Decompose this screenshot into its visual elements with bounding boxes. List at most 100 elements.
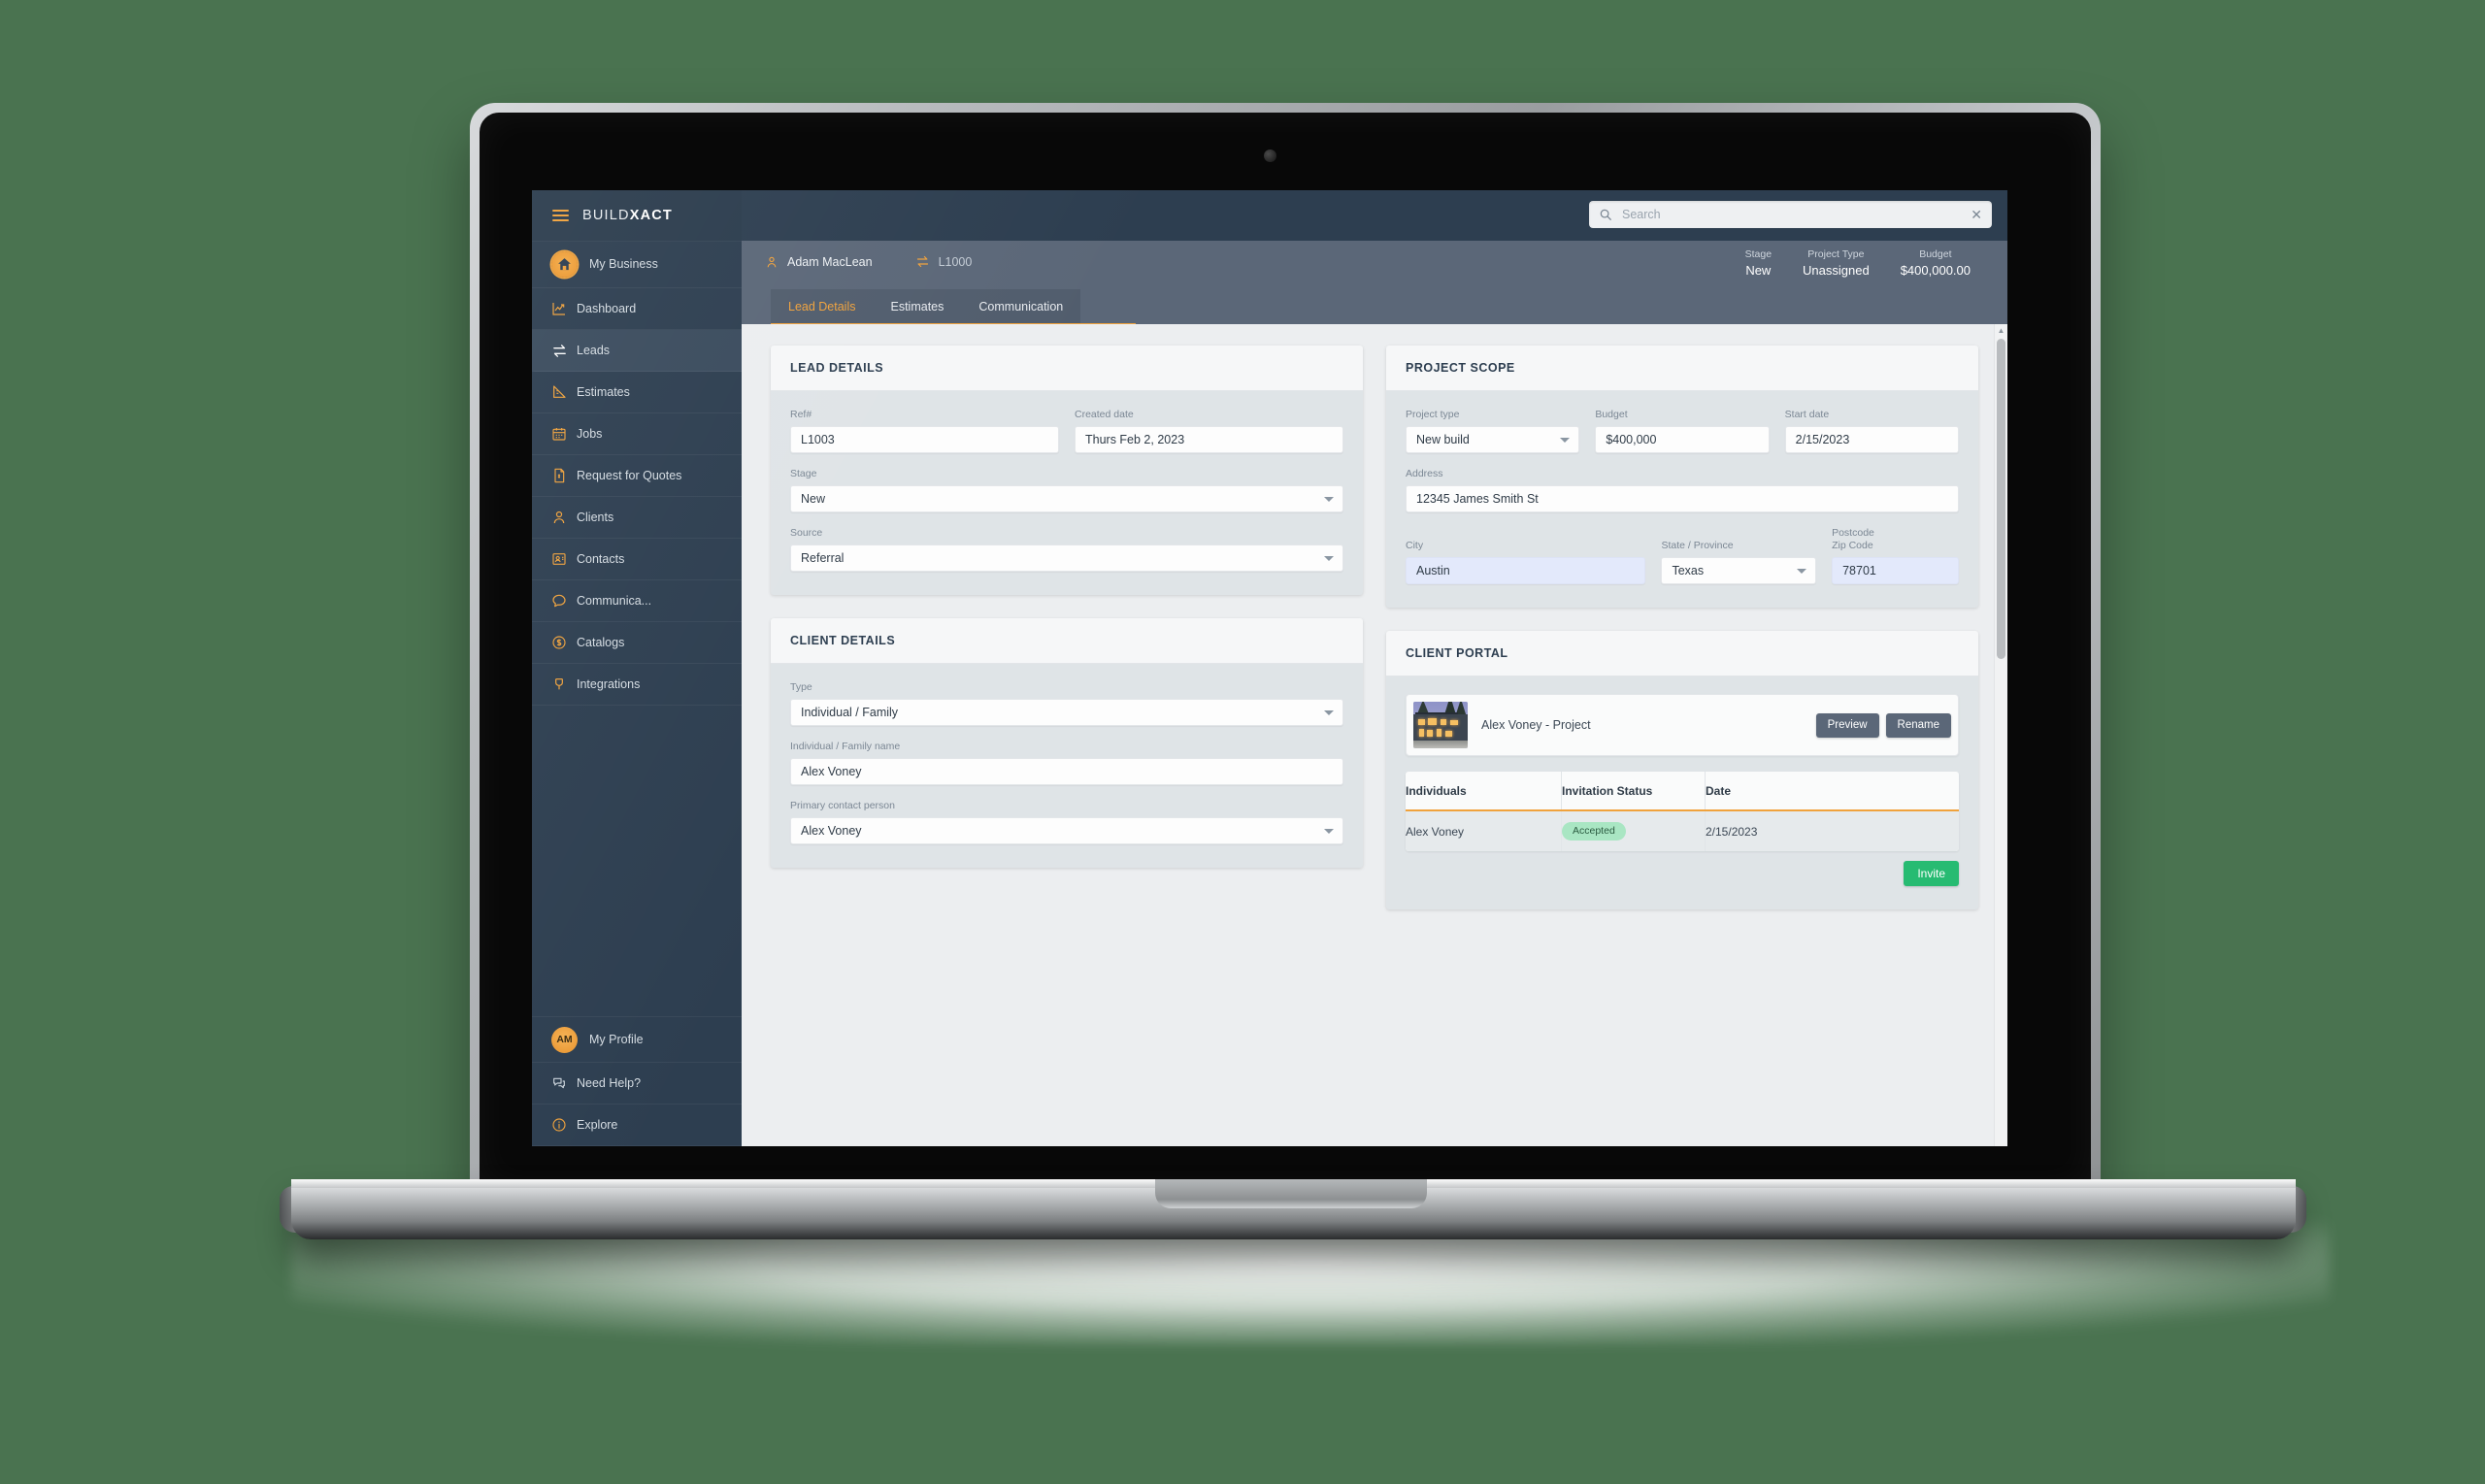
sidebar-item-integrations[interactable]: Integrations xyxy=(532,664,742,706)
sidebar-item-clients[interactable]: Clients xyxy=(532,497,742,539)
sidebar-item-label: Integrations xyxy=(577,676,641,691)
field-label: Ref# xyxy=(790,409,812,420)
column-header-date: Date xyxy=(1705,772,1959,809)
cards-grid: LEAD DETAILS Ref# L1003 Created date Thu… xyxy=(742,324,2007,909)
sidebar-item-jobs[interactable]: Jobs xyxy=(532,413,742,455)
field-label: City xyxy=(1406,540,1424,551)
avatar: AM xyxy=(551,1026,578,1053)
plug-icon xyxy=(551,676,577,692)
field-label: Postcode Zip Code xyxy=(1832,527,1959,552)
sidebar-item-label: Dashboard xyxy=(577,301,637,315)
sidebar-item-label: Leads xyxy=(577,343,611,357)
created-date-input[interactable]: Thurs Feb 2, 2023 xyxy=(1075,426,1343,453)
field-label: Source xyxy=(790,527,823,539)
form-row: City Austin State / Province Texas Postc… xyxy=(1406,527,1959,584)
search-input[interactable] xyxy=(1620,207,1971,222)
card-title: LEAD DETAILS xyxy=(771,346,1363,391)
type-select[interactable]: Individual / Family xyxy=(790,699,1343,726)
field-label: Type xyxy=(790,681,812,693)
breadcrumb-lead-ref[interactable]: L1000 xyxy=(939,255,973,269)
tab-estimates[interactable]: Estimates xyxy=(874,289,962,324)
field-postcode: Postcode Zip Code 78701 xyxy=(1832,527,1959,584)
vertical-scrollbar[interactable]: ▲ xyxy=(1994,324,2007,1146)
sidebar-item-explore[interactable]: Explore xyxy=(532,1105,742,1146)
status-badge: Accepted xyxy=(1562,822,1626,841)
state-value: Texas xyxy=(1672,564,1705,577)
rename-button[interactable]: Rename xyxy=(1885,712,1951,738)
sidebar-item-leads[interactable]: Leads xyxy=(532,330,742,372)
sidebar-item-dashboard[interactable]: Dashboard xyxy=(532,288,742,330)
postcode-input[interactable]: 78701 xyxy=(1832,557,1959,584)
field-label: Stage xyxy=(790,468,817,479)
family-name-input[interactable]: Alex Voney xyxy=(790,758,1343,785)
field-label: State / Province xyxy=(1661,540,1734,551)
screen-content: BUILDXACT My Business Dashboard Leads Es… xyxy=(532,190,2007,1146)
invite-button[interactable]: Invite xyxy=(1904,861,1959,886)
table-header-row: Individuals Invitation Status Date xyxy=(1406,772,1959,811)
field-label: Address xyxy=(1406,468,1443,479)
sidebar-item-label: My Profile xyxy=(589,1032,644,1046)
sidebar-item-need-help[interactable]: Need Help? xyxy=(532,1063,742,1105)
scroll-up-arrow-icon[interactable]: ▲ xyxy=(1995,324,2007,337)
project-type-select[interactable]: New build xyxy=(1406,426,1580,453)
swap-arrows-icon xyxy=(915,254,930,269)
tab-group: Lead Details Estimates Communication xyxy=(771,289,1081,324)
brand-header[interactable]: BUILDXACT xyxy=(532,190,742,242)
swap-arrows-icon xyxy=(551,343,577,359)
address-input[interactable]: 12345 James Smith St xyxy=(1406,485,1959,512)
ref-input[interactable]: L1003 xyxy=(790,426,1059,453)
start-date-input[interactable]: 2/15/2023 xyxy=(1784,426,1959,453)
breadcrumb-user[interactable]: Adam MacLean xyxy=(787,255,873,269)
field-label: Individual / Family name xyxy=(790,741,901,752)
postcode-label-line2: Zip Code xyxy=(1832,540,1873,551)
field-city: City Austin xyxy=(1406,527,1646,584)
card-title: CLIENT PORTAL xyxy=(1386,631,1978,676)
record-header: Adam MacLean L1000 Stage New Project Typ… xyxy=(742,241,2007,289)
tab-communication[interactable]: Communication xyxy=(961,289,1080,324)
preview-button[interactable]: Preview xyxy=(1815,712,1879,738)
sidebar-item-label: My Business xyxy=(589,257,658,272)
person-icon xyxy=(551,510,577,525)
ruler-triangle-icon xyxy=(551,384,577,400)
budget-input[interactable]: $400,000 xyxy=(1595,426,1770,453)
state-select[interactable]: Texas xyxy=(1661,557,1817,584)
stat-label: Stage xyxy=(1744,248,1773,260)
scrollbar-thumb[interactable] xyxy=(1997,339,2005,659)
tab-lead-details[interactable]: Lead Details xyxy=(771,289,874,324)
stage-select[interactable]: New xyxy=(790,485,1343,512)
scene: BUILDXACT My Business Dashboard Leads Es… xyxy=(0,0,2485,1484)
primary-contact-value: Alex Voney xyxy=(801,824,862,838)
stat-stage: Stage New xyxy=(1730,247,1787,279)
field-address: Address 12345 James Smith St xyxy=(1406,468,1959,512)
primary-contact-select[interactable]: Alex Voney xyxy=(790,817,1343,844)
invite-row: Invite xyxy=(1406,861,1959,886)
sidebar-item-contacts[interactable]: Contacts xyxy=(532,539,742,580)
sidebar-item-label: Clients xyxy=(577,510,614,524)
sidebar-item-my-business[interactable]: My Business xyxy=(532,242,742,288)
sidebar-item-request-for-quotes[interactable]: Request for Quotes xyxy=(532,455,742,497)
hamburger-menu-icon[interactable] xyxy=(552,210,569,221)
search-box[interactable]: ✕ xyxy=(1589,201,1992,228)
close-icon[interactable]: ✕ xyxy=(1971,208,1982,221)
sidebar-item-estimates[interactable]: Estimates xyxy=(532,372,742,413)
city-input[interactable]: Austin xyxy=(1406,557,1646,584)
source-select[interactable]: Referral xyxy=(790,544,1343,572)
chevron-down-icon xyxy=(1324,497,1334,502)
stat-project-type: Project Type Unassigned xyxy=(1787,247,1885,279)
card-project-scope: PROJECT SCOPE Project type New build Bud… xyxy=(1386,346,1978,608)
sidebar-item-label: Estimates xyxy=(577,384,630,399)
chart-line-icon xyxy=(551,301,577,316)
home-logo-icon xyxy=(551,251,578,278)
sidebar-item-catalogs[interactable]: Catalogs xyxy=(532,622,742,664)
project-type-value: New build xyxy=(1416,433,1470,446)
sidebar-item-communications[interactable]: Communica... xyxy=(532,580,742,622)
sidebar-item-label: Need Help? xyxy=(577,1075,642,1090)
type-value: Individual / Family xyxy=(801,706,899,719)
project-name: Alex Voney - Project xyxy=(1481,718,1591,732)
stat-budget: Budget $400,000.00 xyxy=(1885,247,1986,279)
field-primary-contact: Primary contact person Alex Voney xyxy=(790,800,1343,844)
field-project-type: Project type New build xyxy=(1406,409,1580,453)
main-content: LEAD DETAILS Ref# L1003 Created date Thu… xyxy=(742,324,2007,1146)
sidebar-item-label: Explore xyxy=(577,1117,618,1132)
sidebar-item-my-profile[interactable]: AM My Profile xyxy=(532,1016,742,1063)
